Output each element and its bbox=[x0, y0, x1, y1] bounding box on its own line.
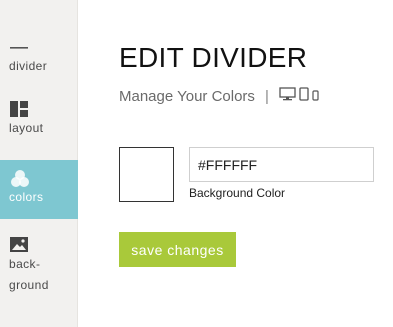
background-color-caption: Background Color bbox=[189, 186, 286, 200]
image-icon bbox=[9, 236, 78, 254]
separator: | bbox=[264, 87, 269, 105]
colors-icon bbox=[9, 169, 78, 187]
sidebar-item-layout[interactable]: layout bbox=[0, 100, 78, 152]
edit-divider-panel: divider layout colors back- ground EDIT … bbox=[0, 0, 393, 327]
sidebar-item-colors[interactable]: colors bbox=[0, 160, 78, 219]
divider-icon bbox=[9, 38, 78, 56]
subtitle-row: Manage Your Colors | bbox=[119, 87, 319, 105]
mobile-icon[interactable] bbox=[312, 88, 319, 105]
desktop-icon[interactable] bbox=[279, 87, 296, 105]
tablet-icon[interactable] bbox=[299, 87, 309, 105]
sidebar: divider layout colors back- ground bbox=[0, 0, 78, 327]
color-swatch[interactable] bbox=[119, 147, 174, 202]
sidebar-item-label: layout bbox=[9, 121, 44, 135]
layout-icon bbox=[9, 100, 78, 118]
save-changes-button[interactable]: save changes bbox=[119, 232, 236, 267]
page-title: EDIT DIVIDER bbox=[119, 42, 308, 73]
sidebar-item-label: divider bbox=[9, 59, 48, 73]
sidebar-item-background[interactable]: back- ground bbox=[0, 231, 78, 295]
sidebar-item-label: back- ground bbox=[9, 257, 49, 292]
sidebar-item-divider[interactable]: divider bbox=[0, 38, 78, 84]
device-switcher bbox=[279, 87, 319, 105]
subtitle: Manage Your Colors bbox=[119, 87, 255, 105]
background-color-input[interactable] bbox=[189, 147, 374, 182]
sidebar-item-label: colors bbox=[9, 190, 44, 204]
